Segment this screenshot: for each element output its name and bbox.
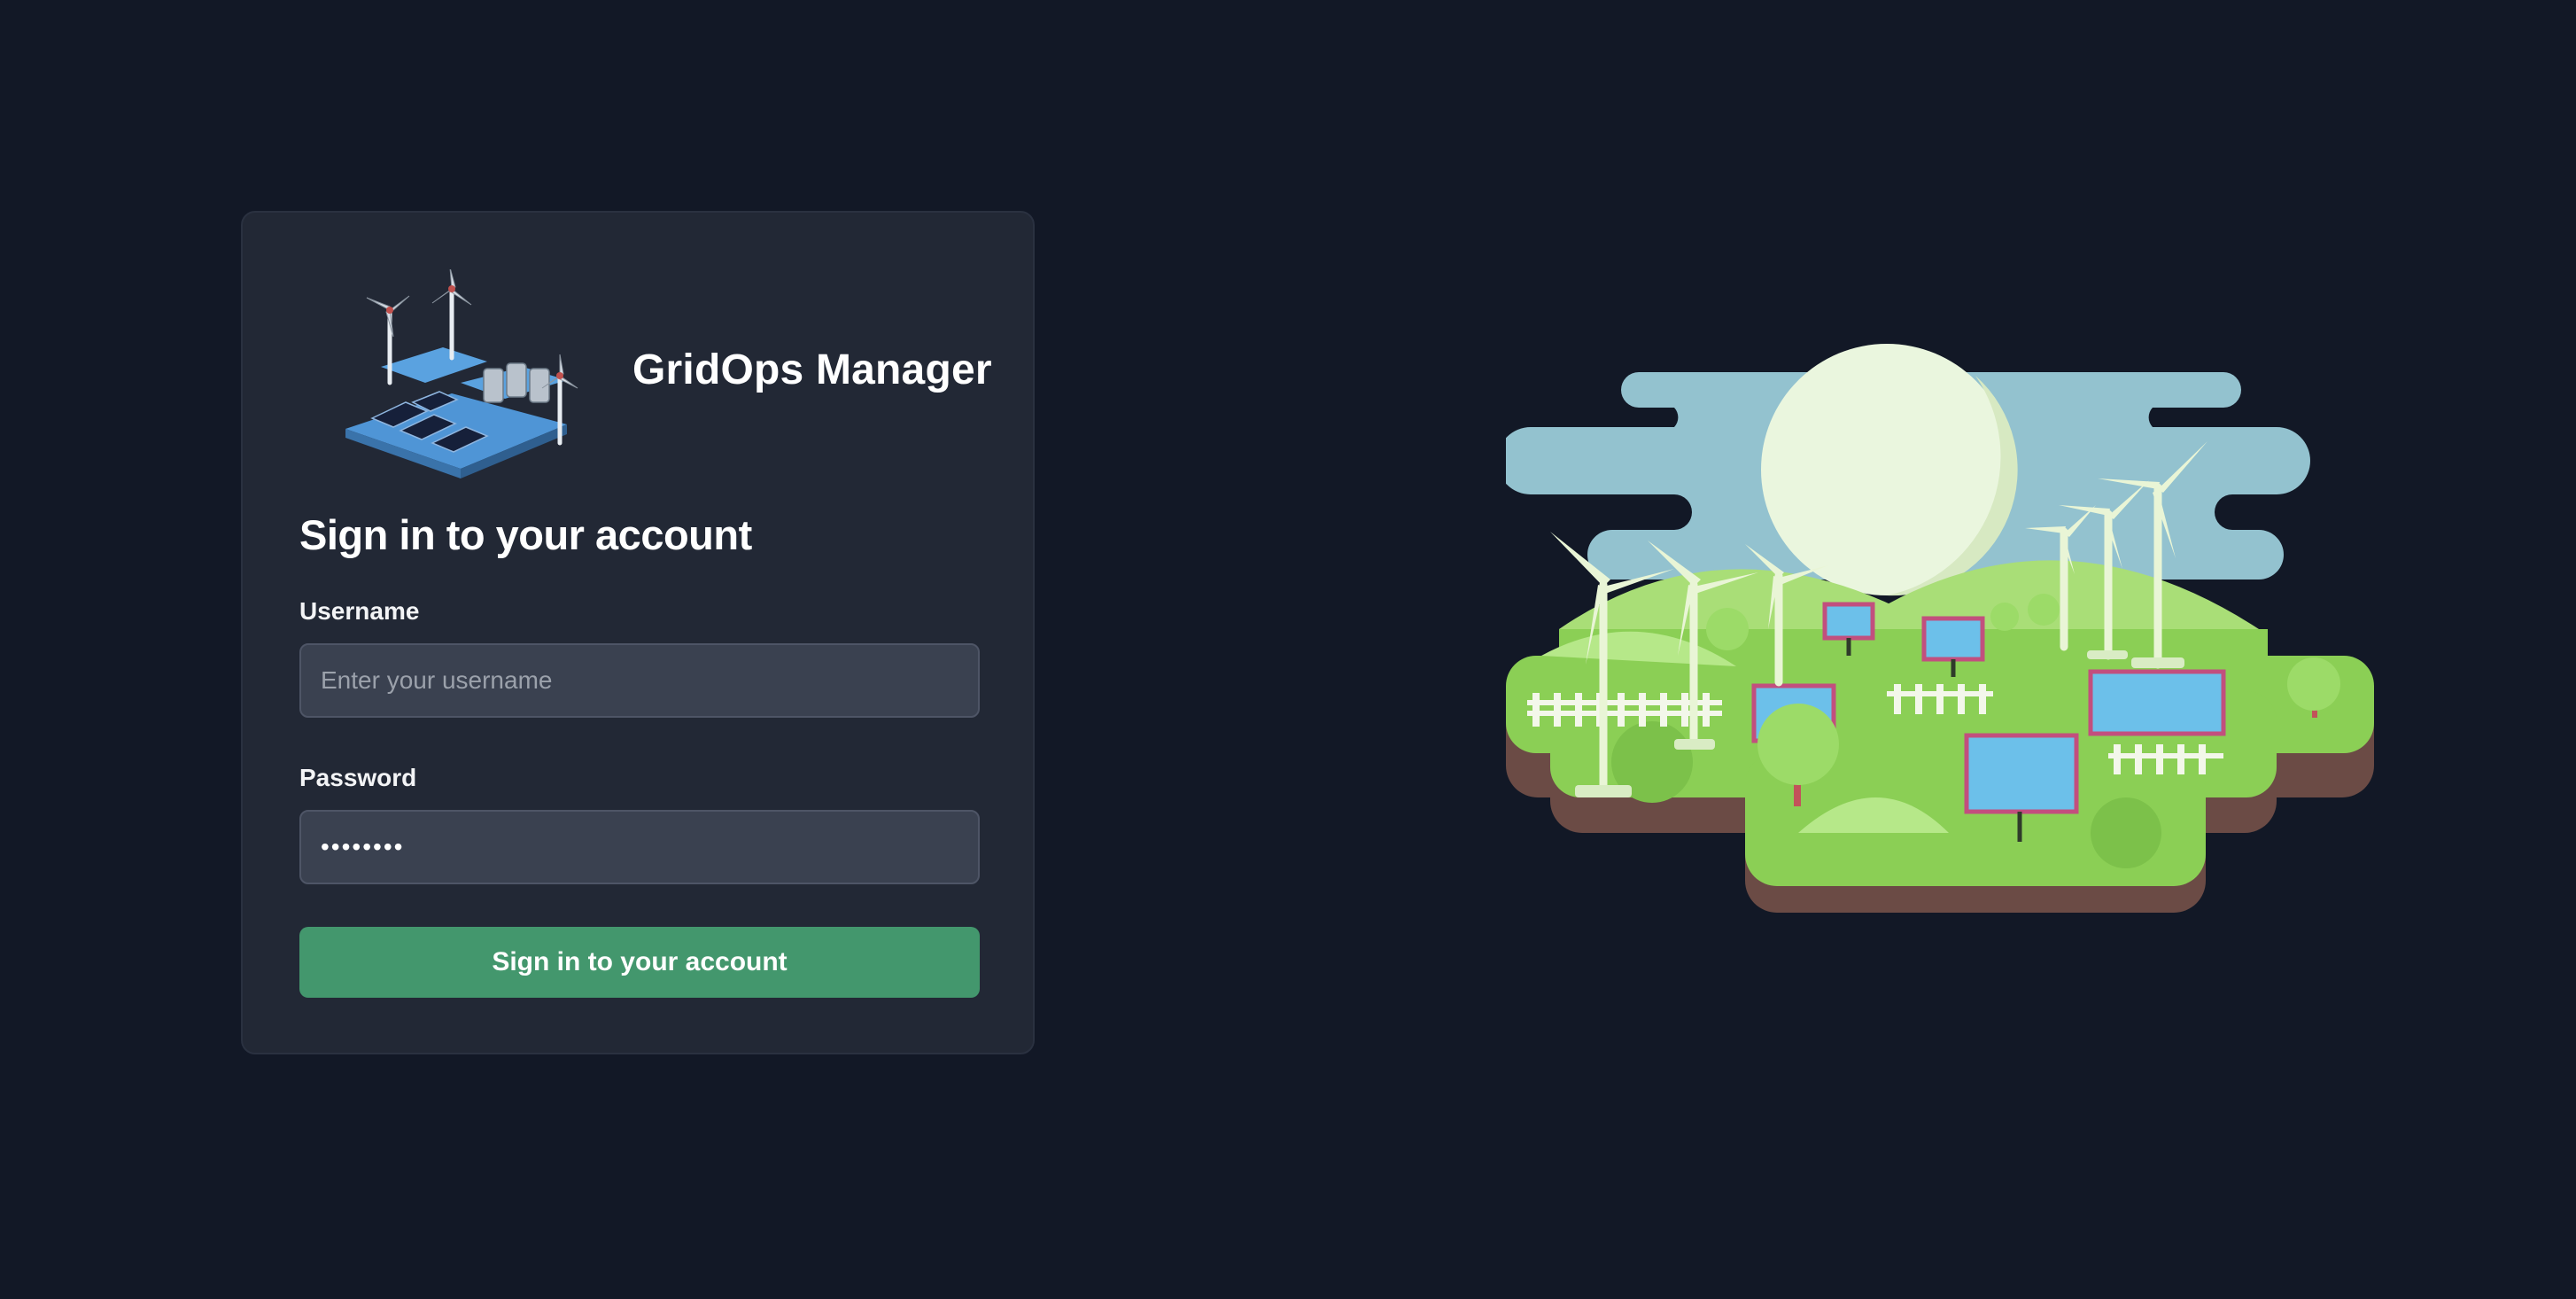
wind-turbine-solar-panel-logo-icon	[345, 269, 578, 478]
renewable-energy-landscape-illustration	[1506, 344, 2374, 913]
password-label: Password	[299, 764, 417, 791]
password-input[interactable]	[299, 810, 980, 884]
sign-in-button[interactable]: Sign in to your account	[299, 927, 980, 998]
page-title: Sign in to your account	[299, 511, 752, 558]
app-title: GridOps Manager	[632, 346, 992, 393]
username-label: Username	[299, 597, 420, 625]
login-card: GridOps Manager Sign in to your account …	[241, 211, 1035, 1054]
username-input[interactable]	[299, 643, 980, 718]
